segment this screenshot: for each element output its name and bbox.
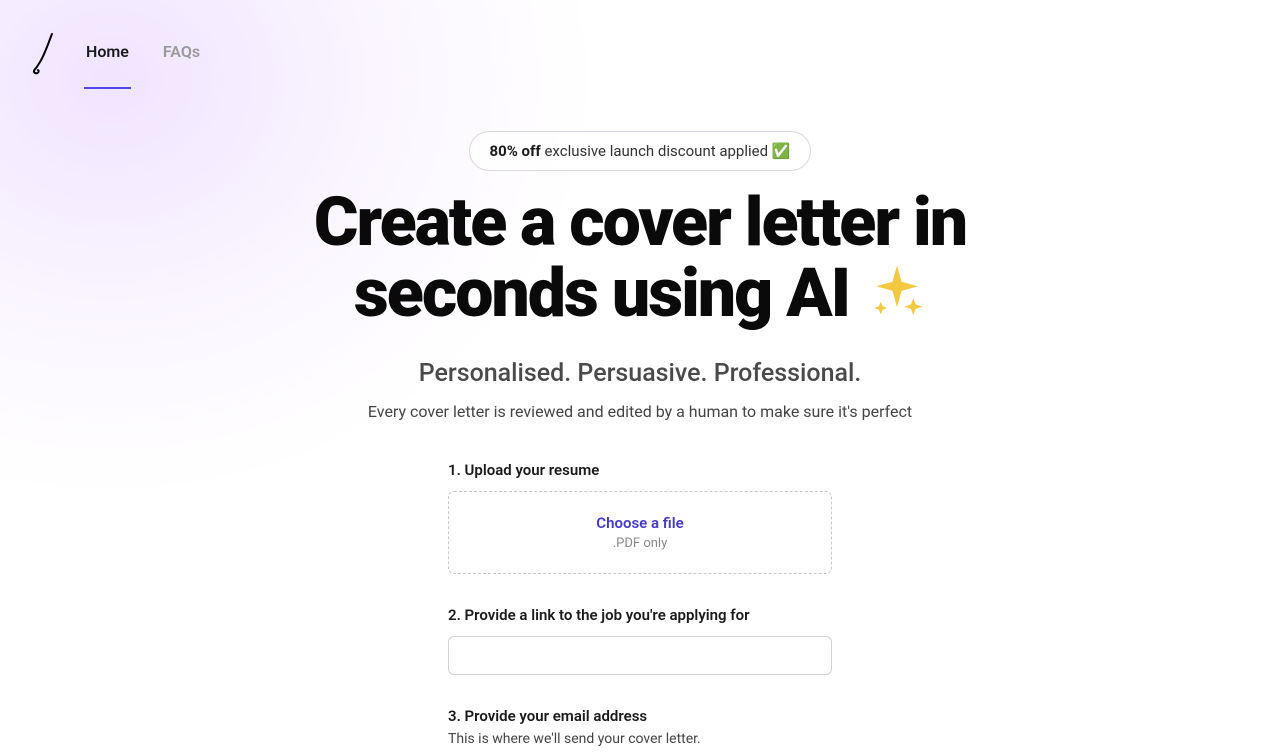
main-nav: Home FAQs <box>84 22 202 89</box>
step3-helper: This is where we'll send your cover lett… <box>448 731 832 747</box>
discount-text: exclusive launch discount applied ✅ <box>541 142 791 160</box>
nav-home[interactable]: Home <box>84 22 131 89</box>
step2-label: 2. Provide a link to the job you're appl… <box>448 606 832 624</box>
choose-file-text: Choose a file <box>459 514 821 532</box>
header: Home FAQs <box>0 0 1280 89</box>
job-link-input[interactable] <box>448 636 832 675</box>
hero-title: Create a cover letter in seconds using A… <box>190 187 1090 331</box>
step1-label: 1. Upload your resume <box>448 461 832 479</box>
discount-amount: 80% off <box>490 142 541 160</box>
discount-badge: 80% off exclusive launch discount applie… <box>469 131 812 171</box>
hero-tagline: Every cover letter is reviewed and edite… <box>368 402 912 421</box>
quill-icon <box>30 32 58 80</box>
step3-label: 3. Provide your email address <box>448 707 832 725</box>
hero-subtitle: Personalised. Persuasive. Professional. <box>419 359 862 388</box>
logo-link[interactable] <box>30 32 58 80</box>
file-type-hint: .PDF only <box>459 536 821 551</box>
main-content: 80% off exclusive launch discount applie… <box>0 89 1280 755</box>
cover-letter-form: 1. Upload your resume Choose a file .PDF… <box>448 461 832 755</box>
resume-upload[interactable]: Choose a file .PDF only <box>448 491 832 574</box>
nav-faqs[interactable]: FAQs <box>161 22 202 89</box>
sparkles-icon <box>868 260 926 331</box>
